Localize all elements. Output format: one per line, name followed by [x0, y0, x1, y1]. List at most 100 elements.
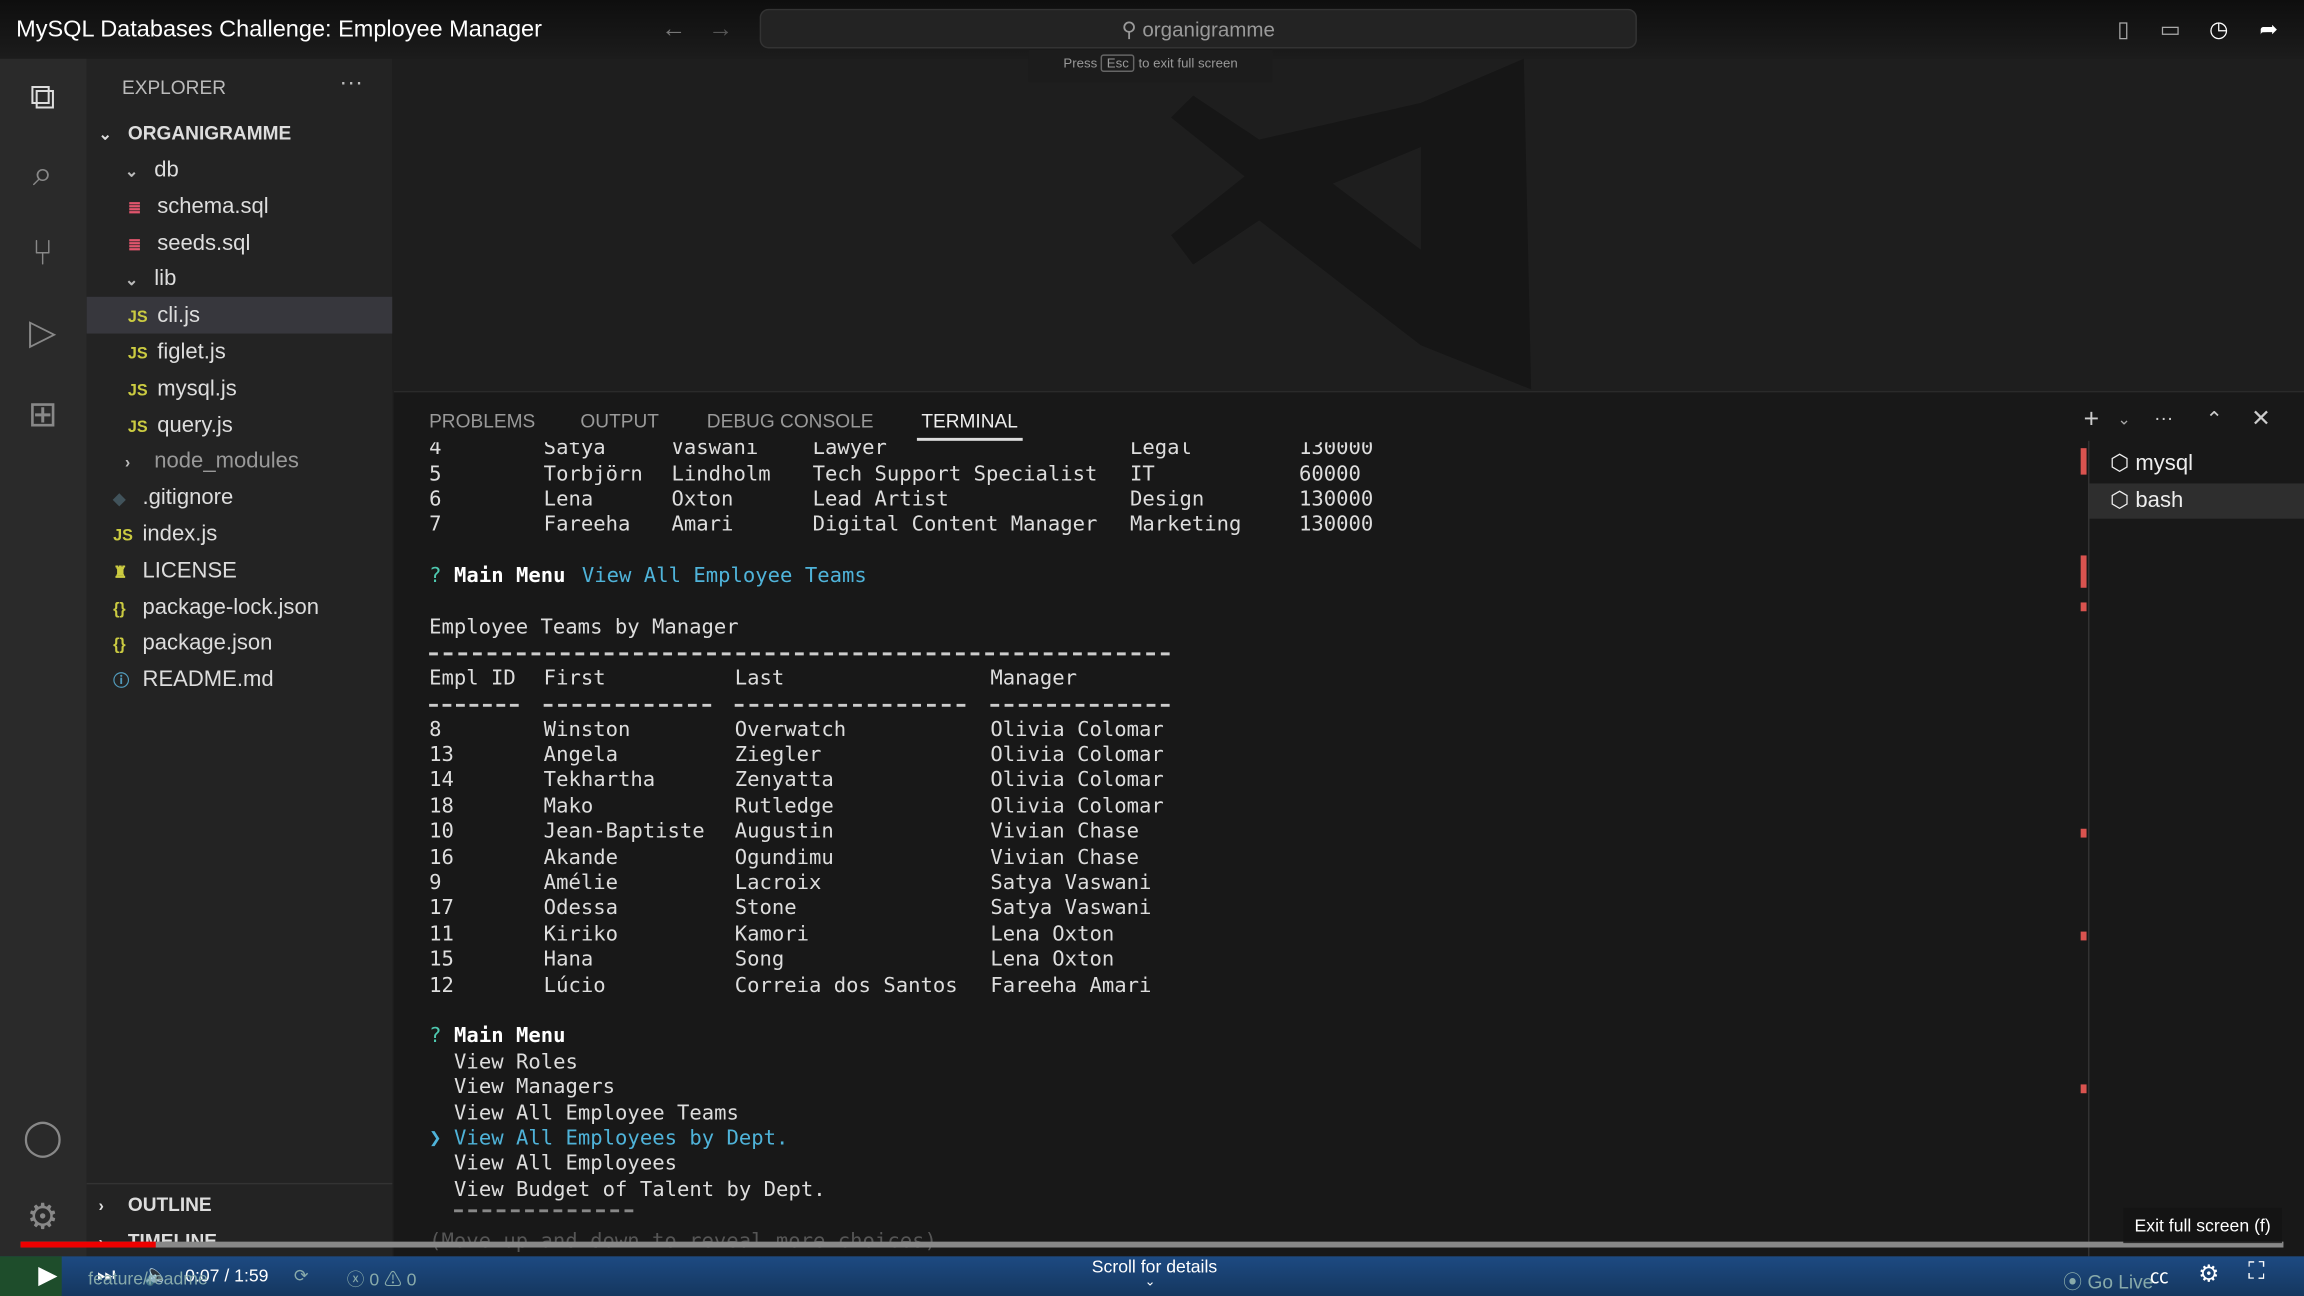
explorer-header: EXPLORER — [121, 76, 227, 99]
file-tree-item[interactable]: JS cli.js — [86, 297, 393, 334]
error-icon: ⓧ — [346, 1269, 370, 1291]
close-panel-icon[interactable]: ✕ — [2251, 404, 2271, 433]
share-icon[interactable]: ➦ — [2257, 16, 2281, 43]
source-control-icon[interactable]: ⑂ — [21, 232, 65, 276]
watch-later-icon[interactable]: ◷ — [2207, 16, 2231, 43]
sync-icon[interactable]: ⟳ — [294, 1265, 309, 1286]
cell: 130000 — [1298, 487, 1374, 512]
file-tree-item[interactable]: ≣ schema.sql — [128, 188, 269, 225]
exit-fullscreen-icon[interactable]: ⛶ — [2248, 1259, 2264, 1285]
workspace-root[interactable]: ⌄ ORGANIGRAMME — [98, 115, 291, 152]
dashed-rule — [543, 704, 712, 708]
file-tree-item[interactable]: ◆ .gitignore — [113, 479, 233, 516]
chevron-down-icon: ⌄ — [98, 126, 112, 145]
chevron-down-icon[interactable]: ⌄ — [2117, 410, 2131, 429]
file-tree-item[interactable]: ⌄ db — [125, 151, 179, 188]
search-icon: ⚲ — [1121, 17, 1143, 42]
cell: Kiriko — [543, 922, 618, 946]
menu-item[interactable]: View All Employee Teams — [429, 1101, 2075, 1126]
file-tree-item[interactable]: JS mysql.js — [128, 370, 237, 407]
cell: Correia dos Santos — [734, 973, 958, 998]
js-icon: JS — [127, 381, 148, 400]
go-live-button[interactable]: ⦿ Go Live — [2063, 1267, 2153, 1295]
terminal-output[interactable]: 4 Satya Vaswani Lawyer Legal 130000 5 Torbjörn L… — [429, 442, 2075, 1258]
tab-problems[interactable]: PROBLEMS — [429, 410, 535, 432]
warning-count: 0 — [406, 1269, 417, 1291]
menu-item[interactable]: ❯ View All Employees by Dept. — [429, 1127, 2075, 1152]
menu-item[interactable]: View Roles — [429, 1050, 2075, 1075]
column-header: First — [543, 666, 606, 691]
prompt-line: ? Main Menu View All Employee Teams — [429, 564, 2075, 589]
dashed-rule — [454, 1209, 634, 1213]
cell: Tekhartha — [543, 769, 656, 793]
outline-section[interactable]: › OUTLINE — [98, 1186, 211, 1223]
menu-item[interactable]: View Budget of Talent by Dept. — [429, 1178, 2075, 1203]
problems-status[interactable]: ⓧ 0 ⚠ 0 — [347, 1267, 417, 1292]
terminal-item-bash[interactable]: ⬡ bash — [2089, 483, 2304, 519]
video-progress-bar[interactable] — [20, 1241, 2284, 1248]
table-row: 12 Lúcio Correia dos Santos Fareeha Amari — [429, 974, 2075, 999]
file-tree-item[interactable]: JS figlet.js — [128, 334, 226, 371]
screen: MySQL Databases Challenge: Employee Mana… — [0, 0, 2304, 1296]
cell: Oxton — [671, 487, 734, 512]
file-tree-label: query.js — [157, 412, 233, 438]
run-debug-icon[interactable]: ▷ — [21, 312, 65, 356]
forward-arrow-icon[interactable]: → — [708, 15, 733, 44]
toggle-sidebar-icon[interactable]: ▯ — [2112, 16, 2136, 43]
menu-item[interactable]: View Managers — [429, 1076, 2075, 1101]
branch-label[interactable]: feature/readme — [88, 1268, 208, 1289]
more-actions-icon[interactable]: ··· — [339, 71, 362, 97]
dashed-rule — [990, 704, 1170, 708]
maximize-panel-icon[interactable]: ⌃ — [2206, 407, 2223, 432]
table-row: 15 Hana Song Lena Oxton — [429, 948, 2075, 973]
terminal-item-mysql[interactable]: ⬡ mysql — [2089, 447, 2304, 482]
cell: Marketing — [1129, 513, 1242, 537]
menu-item[interactable]: View All Employees — [429, 1153, 2075, 1178]
file-tree-label: package-lock.json — [142, 594, 319, 620]
new-terminal-icon[interactable]: + — [2084, 404, 2099, 435]
file-tree-label: package.json — [142, 630, 273, 656]
cell: Fareeha — [543, 513, 631, 537]
js-icon: JS — [127, 418, 148, 436]
play-icon[interactable]: ▶ — [38, 1261, 57, 1290]
command-center-search[interactable]: ⚲ organigramme — [759, 8, 1637, 49]
extensions-icon[interactable]: ⊞ — [21, 394, 65, 438]
tab-terminal[interactable]: TERMINAL — [921, 410, 1018, 432]
back-arrow-icon[interactable]: ← — [661, 15, 686, 44]
settings-icon[interactable]: ⚙ — [2198, 1259, 2219, 1288]
settings-gear-icon[interactable]: ⚙ — [21, 1196, 65, 1240]
toggle-panel-icon[interactable]: ▭ — [2159, 16, 2183, 43]
cell: Lena Oxton — [990, 947, 1115, 972]
cell: Overwatch — [734, 717, 847, 742]
chevron-down-icon: ⌄ — [124, 272, 139, 291]
tab-debug-console[interactable]: DEBUG CONSOLE — [707, 410, 874, 432]
cell: 4 — [429, 442, 442, 461]
file-tree-item[interactable]: JS index.js — [113, 516, 217, 553]
file-tree-item[interactable]: ⓘ README.md — [113, 662, 273, 699]
table-row: 8 Winston Overwatch Olivia Colomar — [429, 718, 2075, 743]
chevron-right-icon: › — [98, 1197, 104, 1216]
table-row: 9 Amélie Lacroix Satya Vaswani — [429, 871, 2075, 896]
cell: Vivian Chase — [990, 845, 1140, 870]
file-tree-label: mysql.js — [157, 375, 237, 401]
file-tree-item[interactable]: {} package-lock.json — [113, 589, 319, 626]
tab-output[interactable]: OUTPUT — [580, 410, 659, 432]
captions-icon[interactable]: ㏄ — [2150, 1261, 2169, 1289]
explorer-files-icon[interactable]: ⧉ — [21, 76, 65, 120]
cell: Lena — [543, 487, 594, 512]
more-actions-icon[interactable]: ··· — [2154, 407, 2173, 429]
account-icon[interactable]: ◯ — [21, 1117, 65, 1161]
file-tree-item[interactable]: ≣ seeds.sql — [128, 224, 251, 261]
cell: 130000 — [1298, 442, 1374, 461]
file-tree-item[interactable]: ♜ LICENSE — [113, 552, 237, 589]
file-tree-item[interactable]: JS query.js — [128, 406, 233, 443]
cell: Amélie — [543, 871, 618, 895]
file-tree-item[interactable]: {} package.json — [113, 625, 272, 662]
menu-item-label: View Roles — [454, 1050, 578, 1074]
video-title: MySQL Databases Challenge: Employee Mana… — [16, 17, 542, 43]
file-tree-label: index.js — [142, 521, 218, 547]
file-tree-item[interactable]: › node_modules — [125, 443, 299, 480]
search-icon[interactable]: ⌕ — [21, 153, 65, 197]
file-tree-item[interactable]: ⌄ lib — [125, 261, 176, 298]
role-row: 4 Satya Vaswani Lawyer Legal 130000 — [429, 442, 2075, 461]
